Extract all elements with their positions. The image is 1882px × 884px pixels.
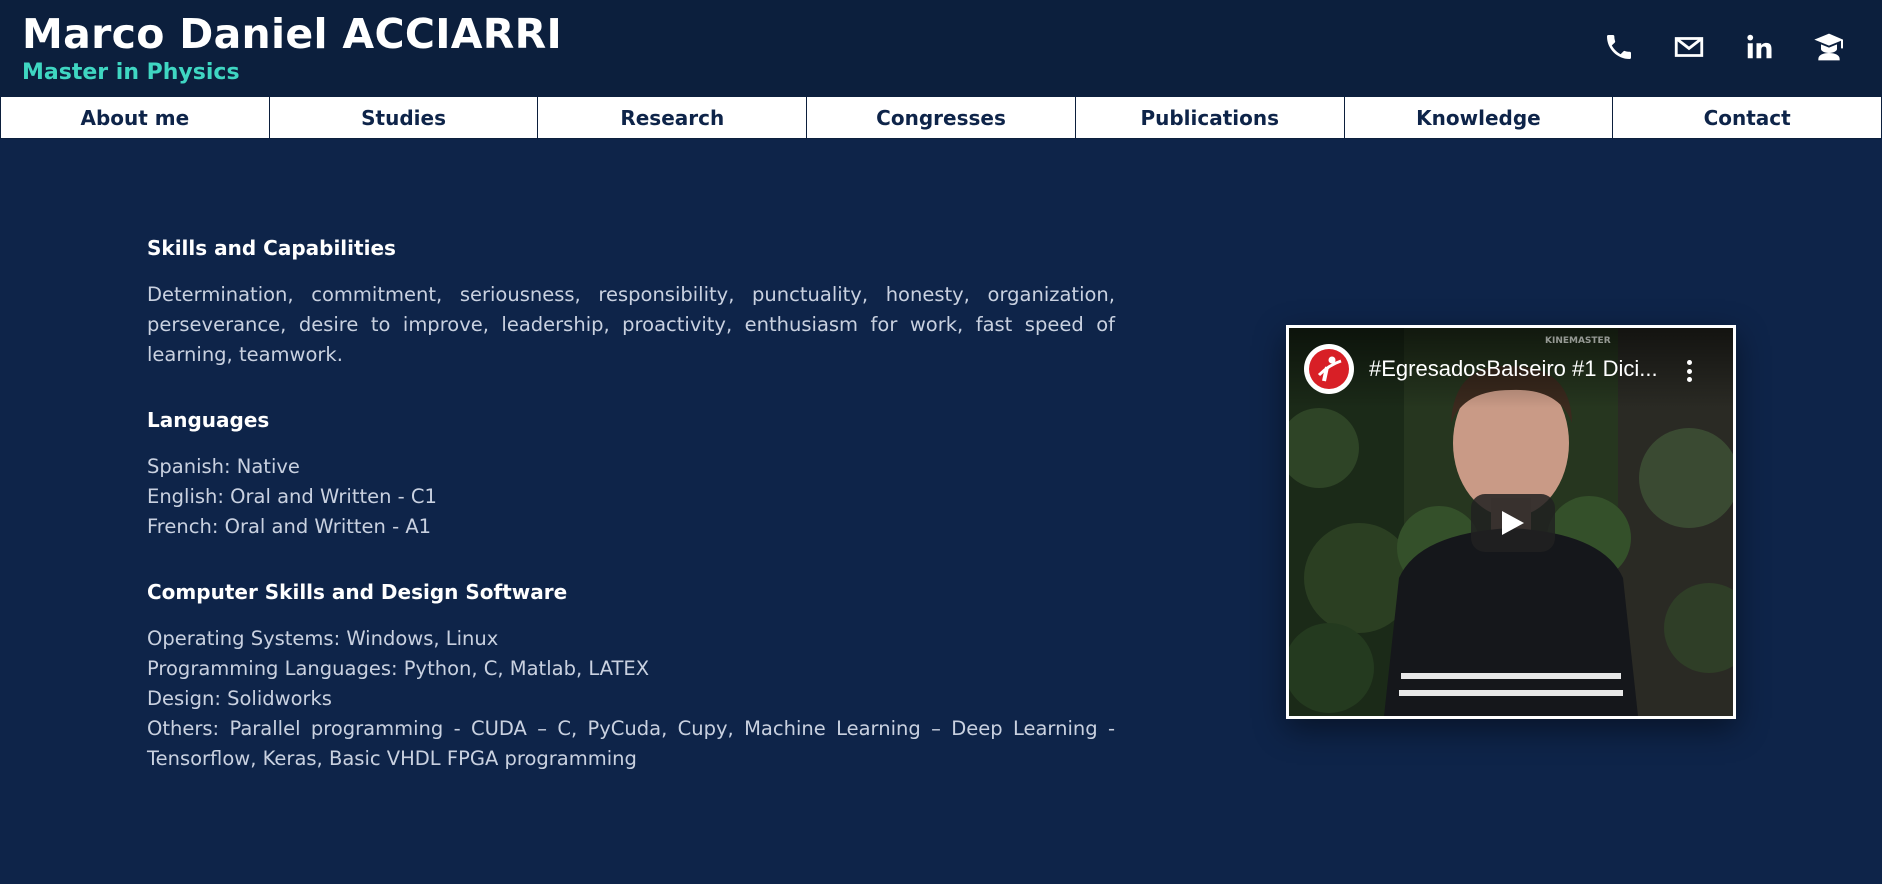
site-subtitle: Master in Physics <box>22 60 240 85</box>
language-item: English: Oral and Written - C1 <box>147 485 437 508</box>
channel-logo-icon[interactable] <box>1304 344 1354 394</box>
computer-skill-item: Operating Systems: Windows, Linux <box>147 627 499 650</box>
computer-skills-heading: Computer Skills and Design Software <box>147 580 568 604</box>
nav-studies[interactable]: Studies <box>270 97 539 138</box>
nav-contact[interactable]: Contact <box>1613 97 1881 138</box>
play-button[interactable] <box>1471 494 1555 552</box>
mail-icon[interactable] <box>1672 30 1706 64</box>
nav-research[interactable]: Research <box>538 97 808 138</box>
video-title[interactable]: #EgresadosBalseiro #1 Dici... <box>1369 356 1669 382</box>
phone-icon[interactable] <box>1602 30 1636 64</box>
computer-skill-item: Others: Parallel programming - CUDA – C,… <box>147 717 1115 770</box>
languages-heading: Languages <box>147 408 270 432</box>
computer-skill-item: Design: Solidworks <box>147 687 332 710</box>
nav-congresses[interactable]: Congresses <box>807 97 1076 138</box>
skills-section: Skills and Capabilities Determination, c… <box>147 236 1115 370</box>
site-title: Marco Daniel ACCIARRI <box>22 10 563 58</box>
video-embed[interactable]: KINEMASTER #EgresadosBalseiro #1 Dici... <box>1286 325 1736 719</box>
computer-skills-list: Operating Systems: Windows, Linux Progra… <box>147 624 1115 774</box>
nav-about-me[interactable]: About me <box>1 97 270 138</box>
language-item: French: Oral and Written - A1 <box>147 515 432 538</box>
language-item: Spanish: Native <box>147 455 300 478</box>
play-icon <box>1502 511 1524 535</box>
knowledge-content: Skills and Capabilities Determination, c… <box>147 236 1115 812</box>
skills-text: Determination, commitment, seriousness, … <box>147 283 1115 366</box>
video-watermark: KINEMASTER <box>1545 336 1611 346</box>
computer-skill-item: Programming Languages: Python, C, Matlab… <box>147 657 650 680</box>
nav-publications[interactable]: Publications <box>1076 97 1345 138</box>
skills-heading: Skills and Capabilities <box>147 236 396 260</box>
computer-skills-section: Computer Skills and Design Software Oper… <box>147 580 1115 774</box>
nav-knowledge[interactable]: Knowledge <box>1345 97 1614 138</box>
more-vert-icon[interactable] <box>1685 360 1693 382</box>
languages-list: Spanish: Native English: Oral and Writte… <box>147 452 1115 542</box>
languages-section: Languages Spanish: Native English: Oral … <box>147 408 1115 542</box>
linkedin-icon[interactable] <box>1742 30 1776 64</box>
site-header: Marco Daniel ACCIARRI Master in Physics <box>0 0 1882 96</box>
header-contact-icons <box>1602 30 1846 64</box>
main-nav: About me Studies Research Congresses Pub… <box>0 96 1882 139</box>
graduate-icon[interactable] <box>1812 30 1846 64</box>
